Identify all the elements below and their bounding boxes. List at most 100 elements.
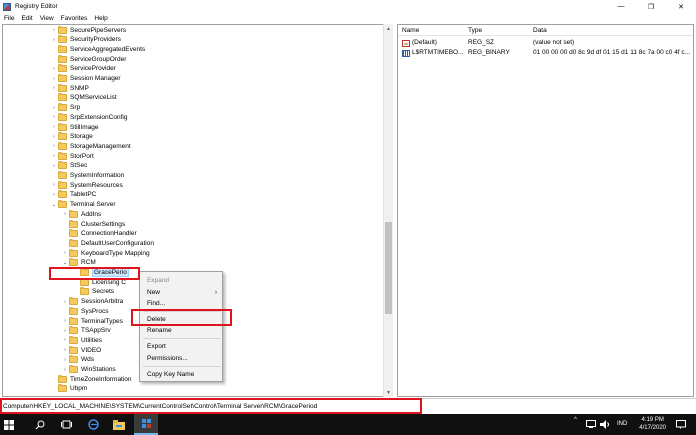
- scrollbar-thumb[interactable]: [385, 222, 392, 314]
- search-button[interactable]: [30, 414, 50, 435]
- tree-node[interactable]: › SystemResources: [50, 180, 123, 190]
- tree-node[interactable]: Secrets: [72, 287, 114, 297]
- expand-chevron-icon[interactable]: ›: [50, 105, 58, 111]
- collapse-chevron-icon[interactable]: ⌄: [50, 202, 58, 208]
- tree-node[interactable]: SysProcs: [61, 306, 108, 316]
- menu-edit[interactable]: Edit: [21, 15, 32, 22]
- expand-chevron-icon[interactable]: ›: [50, 124, 58, 130]
- tree-node[interactable]: › Wds: [61, 355, 94, 365]
- tree-node[interactable]: › SecurityProviders: [50, 35, 121, 45]
- expand-chevron-icon[interactable]: ›: [50, 27, 58, 33]
- start-button[interactable]: [0, 414, 18, 435]
- tree-node[interactable]: DefaultUserConfiguration: [61, 238, 154, 248]
- tree-node[interactable]: › SessionArbitra: [61, 297, 123, 307]
- tree-node[interactable]: ServiceAggregatedEvents: [50, 44, 145, 54]
- expand-chevron-icon[interactable]: ›: [50, 153, 58, 159]
- network-icon[interactable]: [586, 420, 596, 428]
- menu-item-rename[interactable]: Rename: [140, 325, 222, 336]
- tree-node-label: ConnectionHandler: [81, 230, 137, 238]
- expand-chevron-icon[interactable]: ›: [50, 134, 58, 140]
- tree-node[interactable]: › SecurePipeServers: [50, 25, 126, 35]
- expand-chevron-icon[interactable]: ›: [50, 76, 58, 82]
- column-header-data[interactable]: Data: [533, 27, 547, 34]
- expand-chevron-icon[interactable]: ›: [61, 211, 69, 217]
- scroll-up-icon[interactable]: ▲: [384, 24, 393, 33]
- scroll-down-icon[interactable]: ▼: [384, 388, 393, 397]
- tree-node[interactable]: › SrpExtensionConfig: [50, 112, 127, 122]
- tree-node[interactable]: › KeyboardType Mapping: [61, 248, 150, 258]
- tree-node[interactable]: ClusterSettings: [61, 219, 125, 229]
- tree-node[interactable]: › TerminalTypes: [61, 316, 123, 326]
- file-explorer-button[interactable]: [108, 414, 130, 435]
- tree-node[interactable]: Ubpm: [50, 384, 87, 394]
- tree-node[interactable]: SQMServiceList: [50, 93, 117, 103]
- tray-overflow-icon[interactable]: ^: [574, 417, 577, 423]
- minimize-button[interactable]: —: [606, 0, 636, 13]
- tree-node[interactable]: › StillImage: [50, 122, 99, 132]
- tree-node[interactable]: › Srp: [50, 103, 80, 113]
- column-header-type[interactable]: Type: [468, 27, 482, 34]
- expand-chevron-icon[interactable]: ›: [61, 337, 69, 343]
- expand-chevron-icon[interactable]: ›: [61, 250, 69, 256]
- value-row[interactable]: ab (Default) REG_SZ (value not set): [398, 38, 693, 48]
- column-header-name[interactable]: Name: [402, 27, 419, 34]
- menu-item-expand[interactable]: Expand: [140, 275, 222, 286]
- expand-chevron-icon[interactable]: ›: [50, 182, 58, 188]
- values-list-pane[interactable]: Name Type Data ab (Default) REG_SZ (valu…: [397, 24, 694, 397]
- tree-node[interactable]: › SNMP: [50, 83, 89, 93]
- expand-chevron-icon[interactable]: ›: [50, 66, 58, 72]
- expand-chevron-icon[interactable]: ›: [50, 192, 58, 198]
- taskbar-clock[interactable]: 4:19 PM 4/17/2020: [639, 416, 666, 432]
- collapse-chevron-icon[interactable]: ⌄: [61, 260, 69, 266]
- folder-icon: [69, 229, 78, 238]
- edge-browser-button[interactable]: [82, 414, 104, 435]
- tree-node[interactable]: › TSAppSrv: [61, 326, 111, 336]
- menu-item-find[interactable]: Find...: [140, 298, 222, 309]
- tree-node[interactable]: › AddIns: [61, 209, 101, 219]
- menu-item-export[interactable]: Export: [140, 341, 222, 352]
- value-row[interactable]: L$RTMTIMEBO... REG_BINARY 01 00 00 00 d0…: [398, 48, 693, 58]
- tree-node[interactable]: TimeZoneInformation: [50, 374, 132, 384]
- tree-node[interactable]: › StSec: [50, 161, 87, 171]
- expand-chevron-icon[interactable]: ›: [61, 328, 69, 334]
- tree-node[interactable]: SystemInformation: [50, 171, 124, 181]
- tree-node[interactable]: › StorageManagement: [50, 141, 131, 151]
- menu-favorites[interactable]: Favorites: [61, 15, 88, 22]
- tree-node[interactable]: › Utilities: [61, 335, 102, 345]
- expand-chevron-icon[interactable]: ›: [61, 318, 69, 324]
- tree-node[interactable]: › Session Manager: [50, 74, 121, 84]
- expand-chevron-icon[interactable]: ›: [50, 114, 58, 120]
- expand-chevron-icon[interactable]: ›: [61, 367, 69, 373]
- menu-view[interactable]: View: [40, 15, 54, 22]
- tree-scrollbar[interactable]: ▲ ▼: [383, 24, 393, 397]
- expand-chevron-icon[interactable]: ›: [50, 37, 58, 43]
- tree-node[interactable]: › WinStations: [61, 365, 116, 375]
- tree-node[interactable]: ⌄ Terminal Server: [50, 200, 116, 210]
- tree-node[interactable]: › StorPort: [50, 151, 94, 161]
- tree-node[interactable]: › Storage: [50, 132, 93, 142]
- expand-chevron-icon[interactable]: ›: [50, 85, 58, 91]
- tree-node[interactable]: ServiceGroupOrder: [50, 54, 126, 64]
- menu-item-permissions[interactable]: Permissions...: [140, 353, 222, 364]
- tree-node[interactable]: › TabletPC: [50, 190, 96, 200]
- expand-chevron-icon[interactable]: ›: [61, 347, 69, 353]
- volume-icon[interactable]: [600, 420, 610, 429]
- expand-chevron-icon[interactable]: ›: [61, 299, 69, 305]
- tree-node[interactable]: › VIDEO: [61, 345, 101, 355]
- task-view-button[interactable]: [56, 414, 76, 435]
- menu-file[interactable]: File: [4, 15, 14, 22]
- tree-node[interactable]: ConnectionHandler: [61, 229, 137, 239]
- registry-editor-taskbar-button[interactable]: [134, 414, 158, 435]
- input-language-indicator[interactable]: IND: [617, 421, 627, 427]
- menu-item-copy-key-name[interactable]: Copy Key Name: [140, 369, 222, 380]
- highlight-box-delete: [131, 309, 232, 326]
- expand-chevron-icon[interactable]: ›: [50, 143, 58, 149]
- expand-chevron-icon[interactable]: ›: [61, 357, 69, 363]
- close-button[interactable]: ✕: [666, 0, 696, 13]
- expand-chevron-icon[interactable]: ›: [50, 163, 58, 169]
- menu-help[interactable]: Help: [94, 15, 107, 22]
- tree-node[interactable]: › ServiceProvider: [50, 64, 116, 74]
- notification-center-icon[interactable]: [676, 420, 686, 429]
- maximize-button[interactable]: ❐: [636, 0, 666, 13]
- menu-item-new[interactable]: New ›: [140, 287, 222, 298]
